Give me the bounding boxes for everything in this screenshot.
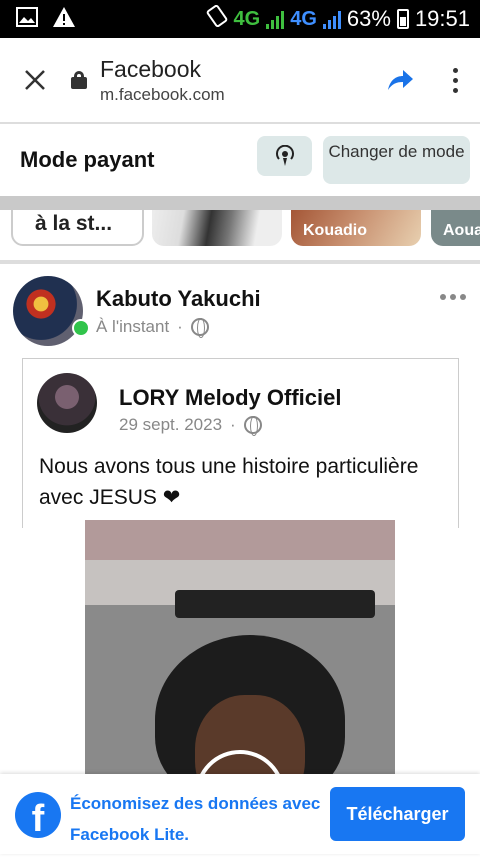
story-card-aoua[interactable]: Aoua	[431, 210, 480, 246]
battery-percent: 63%	[346, 6, 391, 31]
signal-bars-icon-2	[322, 9, 341, 29]
status-bar: 4G 4G 63% 19:51	[0, 0, 480, 38]
url-block[interactable]: Facebook m.facebook.com	[100, 56, 225, 105]
story-text: à la st...	[35, 212, 113, 235]
more-menu-button[interactable]	[430, 50, 480, 110]
stories-strip: à la st... Kouadio Aoua	[0, 210, 480, 260]
page-url: m.facebook.com	[100, 84, 225, 104]
globe-icon	[190, 318, 209, 338]
rotate-icon	[206, 4, 228, 33]
avatar[interactable]	[13, 276, 83, 346]
lock-icon	[70, 71, 88, 89]
mode-bar: Mode payant Changer de mode	[0, 124, 480, 196]
story-card-text[interactable]: à la st...	[11, 210, 144, 246]
download-button[interactable]: Télécharger	[330, 787, 465, 841]
post-author[interactable]: Kabuto Yakuchi	[96, 286, 261, 312]
separator	[0, 196, 480, 210]
story-name: Aoua	[443, 222, 480, 239]
browser-toolbar: Facebook m.facebook.com	[0, 38, 480, 124]
share-icon	[388, 70, 413, 90]
close-icon	[25, 70, 45, 90]
change-mode-button[interactable]: Changer de mode	[323, 136, 470, 184]
network-4g-label: 4G	[233, 7, 261, 30]
mode-label: Mode payant	[20, 147, 155, 172]
clock: 19:51	[414, 6, 470, 31]
banner-text: Économisez des données avec Facebook Lit…	[70, 794, 321, 844]
page-title: Facebook	[100, 55, 202, 82]
online-status-dot	[72, 319, 90, 337]
image-icon	[16, 6, 38, 32]
share-button[interactable]	[370, 50, 430, 110]
post-meta: À l'instant ·	[96, 317, 209, 338]
facebook-lite-banner: f Économisez des données avec Facebook L…	[0, 774, 480, 854]
close-button[interactable]	[0, 37, 70, 123]
network-4g-label-2: 4G	[290, 7, 317, 30]
podcast-button[interactable]	[257, 136, 312, 176]
post-options-button[interactable]	[440, 294, 466, 300]
story-card[interactable]	[152, 210, 282, 246]
warning-icon	[52, 6, 76, 33]
facebook-logo-icon: f	[15, 792, 61, 838]
shared-avatar[interactable]	[37, 373, 97, 433]
story-card-kouadio[interactable]: Kouadio	[291, 210, 421, 246]
post-time[interactable]: À l'instant	[96, 317, 169, 337]
broadcast-icon	[275, 145, 294, 166]
meta-separator: ·	[177, 317, 183, 336]
meta-separator: ·	[230, 415, 236, 434]
post-photo[interactable]	[85, 520, 395, 780]
shared-post-text: Nous avons tous une histoire particulièr…	[39, 455, 419, 509]
globe-icon	[243, 416, 262, 436]
shared-date[interactable]: 29 sept. 2023	[119, 415, 222, 435]
shared-meta: 29 sept. 2023 ·	[119, 415, 262, 436]
signal-bars-icon	[266, 9, 285, 29]
shared-author[interactable]: LORY Melody Officiel	[119, 385, 341, 411]
battery-icon	[396, 9, 409, 29]
shared-post[interactable]: LORY Melody Officiel 29 sept. 2023 · Nou…	[22, 358, 459, 528]
story-name: Kouadio	[303, 222, 367, 239]
